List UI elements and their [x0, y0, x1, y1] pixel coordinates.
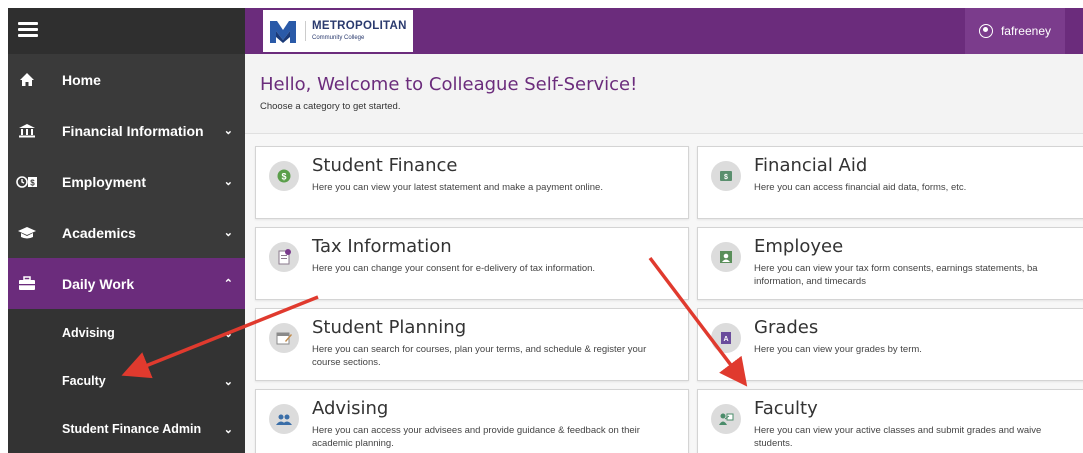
money-icon: $	[711, 161, 741, 191]
card-description: Here you can view your latest statement …	[312, 182, 603, 193]
card-title: Advising	[312, 398, 389, 419]
sidebar-item-financial-information[interactable]: Financial Information ⌄	[8, 105, 245, 156]
svg-text:$: $	[281, 172, 286, 182]
card-description: Here you can view your tax form consents…	[754, 263, 1038, 287]
page-subtitle: Choose a category to get started.	[260, 101, 401, 112]
document-icon	[269, 242, 299, 272]
card-tax-information[interactable]: Tax Information Here you can change your…	[255, 227, 689, 300]
user-avatar-icon	[978, 24, 993, 38]
calendar-icon	[269, 323, 299, 353]
logo-m-icon	[269, 17, 297, 45]
card-student-finance[interactable]: $ Student Finance Here you can view your…	[255, 146, 689, 219]
sidebar-item-employment[interactable]: $ Employment ⌄	[8, 156, 245, 207]
chevron-down-icon: ⌄	[223, 375, 233, 388]
logo-title: METROPOLITAN	[312, 20, 407, 33]
bank-icon	[16, 122, 38, 140]
svg-text:$: $	[724, 174, 728, 181]
sidebar-subitem-faculty[interactable]: Faculty ⌄	[8, 357, 245, 405]
chevron-down-icon: ⌄	[223, 176, 233, 188]
top-header: METROPOLITAN Community College fafreeney	[245, 8, 1083, 54]
card-advising[interactable]: Advising Here you can access your advise…	[255, 389, 689, 453]
card-description: Here you can view your active classes an…	[754, 425, 1042, 449]
teacher-icon	[711, 404, 741, 434]
card-description: Here you can view your grades by term.	[754, 344, 922, 355]
sidebar-item-label: Home	[62, 71, 101, 88]
card-title: Faculty	[754, 398, 818, 419]
dollar-icon: $	[269, 161, 299, 191]
hamburger-menu-icon[interactable]	[18, 22, 38, 38]
sidebar-item-daily-work[interactable]: Daily Work ⌃	[8, 258, 245, 309]
card-faculty[interactable]: Faculty Here you can view your active cl…	[697, 389, 1083, 453]
user-menu-button[interactable]: fafreeney	[965, 8, 1065, 54]
svg-text:A: A	[723, 336, 728, 343]
sidebar-item-home[interactable]: Home	[8, 54, 245, 105]
sidebar-item-label: Employment	[62, 173, 147, 190]
logo-subtitle: Community College	[312, 34, 365, 41]
sidebar-item-label: Academics	[62, 224, 136, 241]
card-financial-aid[interactable]: $ Financial Aid Here you can access fina…	[697, 146, 1083, 219]
sidebar-subitem-label: Advising	[62, 326, 115, 340]
briefcase-icon	[16, 275, 38, 293]
card-employee[interactable]: Employee Here you can view your tax form…	[697, 227, 1083, 300]
card-title: Student Planning	[312, 317, 467, 338]
sidebar: Home Financial Information ⌄ $ Employmen…	[8, 8, 245, 453]
sidebar-item-label: Financial Information	[62, 122, 204, 139]
card-title: Employee	[754, 236, 844, 257]
chevron-down-icon: ⌄	[223, 327, 233, 340]
chevron-down-icon: ⌄	[223, 423, 233, 436]
card-description: Here you can access your advisees and pr…	[312, 425, 640, 449]
id-card-icon	[711, 242, 741, 272]
card-title: Tax Information	[312, 236, 452, 257]
card-title: Grades	[754, 317, 819, 338]
sidebar-subitem-student-finance-admin[interactable]: Student Finance Admin ⌄	[8, 405, 245, 453]
sidebar-item-label: Daily Work	[62, 275, 135, 292]
page-title: Hello, Welcome to Colleague Self-Service…	[260, 74, 638, 95]
chevron-down-icon: ⌄	[223, 125, 233, 137]
card-description: Here you can search for courses, plan yo…	[312, 344, 647, 368]
sidebar-subitem-advising[interactable]: Advising ⌄	[8, 309, 245, 357]
grade-icon: A	[711, 323, 741, 353]
card-grades[interactable]: A Grades Here you can view your grades b…	[697, 308, 1083, 381]
card-student-planning[interactable]: Student Planning Here you can search for…	[255, 308, 689, 381]
card-title: Student Finance	[312, 155, 458, 176]
chevron-down-icon: ⌄	[223, 227, 233, 239]
college-logo[interactable]: METROPOLITAN Community College	[263, 10, 413, 52]
username: fafreeney	[1000, 24, 1052, 38]
card-description: Here you can change your consent for e-d…	[312, 263, 596, 274]
graduation-cap-icon	[16, 224, 38, 242]
home-icon	[16, 71, 38, 89]
sidebar-subitem-label: Student Finance Admin	[62, 422, 202, 436]
card-description: Here you can access financial aid data, …	[754, 182, 967, 193]
svg-text:$: $	[30, 178, 35, 187]
sidebar-item-academics[interactable]: Academics ⌄	[8, 207, 245, 258]
welcome-banner: Hello, Welcome to Colleague Self-Service…	[245, 54, 1083, 134]
card-title: Financial Aid	[754, 155, 868, 176]
people-icon	[269, 404, 299, 434]
chevron-up-icon: ⌃	[223, 278, 233, 290]
clock-money-icon: $	[16, 173, 38, 191]
sidebar-subitem-label: Faculty	[62, 374, 106, 388]
sidebar-header	[8, 8, 245, 54]
